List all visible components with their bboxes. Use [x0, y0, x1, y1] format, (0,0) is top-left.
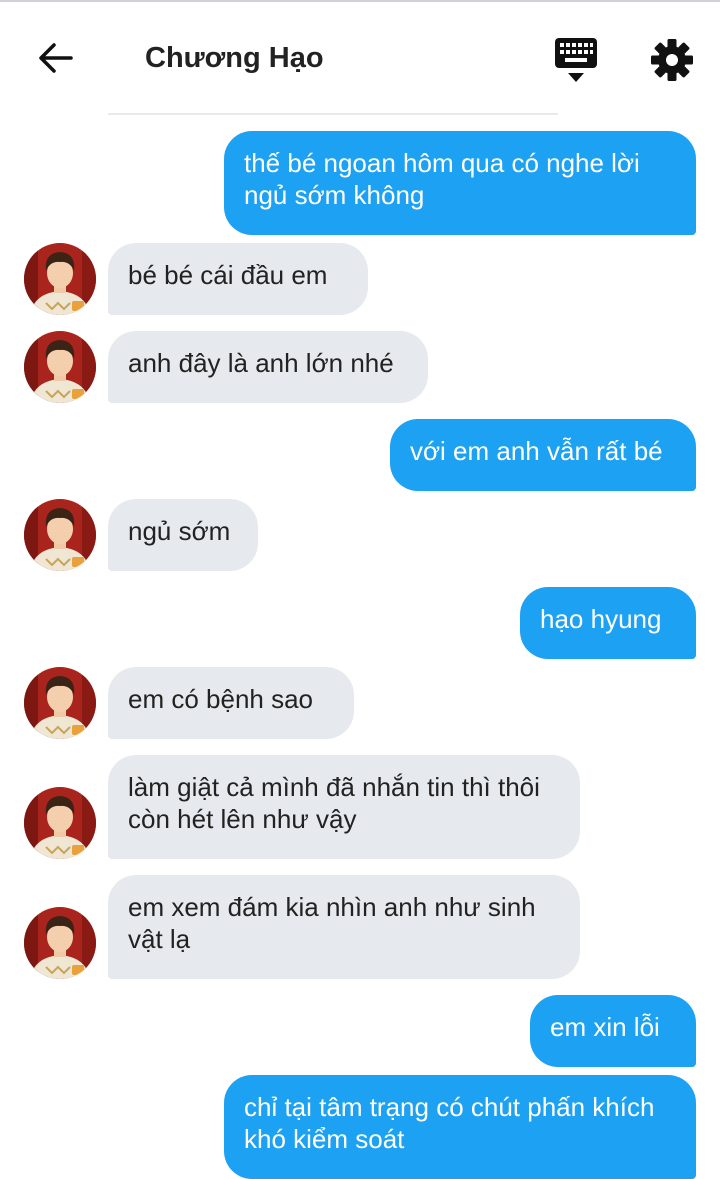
message-bubble-outgoing[interactable]: thế bé ngoan hôm qua có nghe lời ngủ sớm… [224, 131, 696, 235]
message-bubble-incoming[interactable]: em có bệnh sao [108, 667, 354, 739]
message-bubble-incoming[interactable]: em xem đám kia nhìn anh như sinh vật lạ [108, 875, 580, 979]
arrow-left-icon [39, 43, 73, 73]
avatar[interactable] [24, 243, 96, 315]
back-button[interactable] [30, 38, 80, 78]
message-bubble-outgoing[interactable]: chỉ tại tâm trạng có chút phấn khích khó… [224, 1075, 696, 1179]
message-bubble-outgoing[interactable]: hạo hyung [520, 587, 696, 659]
settings-button[interactable] [650, 38, 694, 82]
message-bubble-incoming[interactable]: bé bé cái đầu em [108, 243, 368, 315]
message-bubble-outgoing[interactable]: với em anh vẫn rất bé [390, 419, 696, 491]
message-bubble-incoming[interactable]: ngủ sớm [108, 499, 258, 571]
message-bubble-outgoing[interactable]: em xin lỗi [530, 995, 696, 1067]
avatar[interactable] [24, 499, 96, 571]
chat-header: Chương Hạo [0, 2, 720, 106]
page-title: Chương Hạo [145, 42, 324, 74]
avatar[interactable] [24, 907, 96, 979]
avatar[interactable] [24, 667, 96, 739]
avatar[interactable] [24, 787, 96, 859]
gear-icon [651, 39, 693, 81]
message-bubble-incoming[interactable]: làm giật cả mình đã nhắn tin thì thôi cò… [108, 755, 580, 859]
keyboard-button[interactable] [553, 36, 599, 84]
message-bubble-incoming[interactable]: anh đây là anh lớn nhé [108, 331, 428, 403]
keyboard-icon [555, 38, 597, 82]
previous-message-edge [108, 113, 558, 115]
avatar[interactable] [24, 331, 96, 403]
